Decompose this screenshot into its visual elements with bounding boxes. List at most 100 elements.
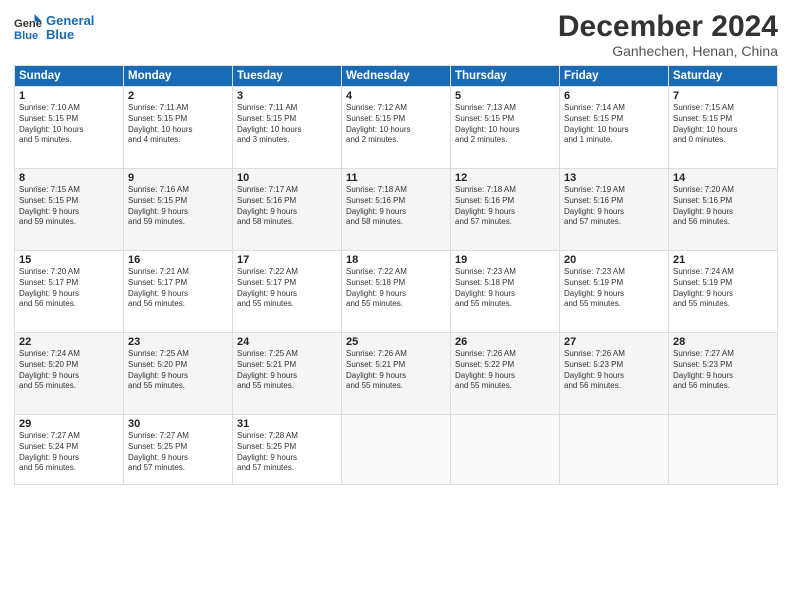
table-row: 3Sunrise: 7:11 AM Sunset: 5:15 PM Daylig… [233,87,342,169]
day-info: Sunrise: 7:24 AM Sunset: 5:20 PM Dayligh… [19,349,119,392]
day-info: Sunrise: 7:20 AM Sunset: 5:17 PM Dayligh… [19,267,119,310]
table-row: 28Sunrise: 7:27 AM Sunset: 5:23 PM Dayli… [669,333,778,415]
table-row: 7Sunrise: 7:15 AM Sunset: 5:15 PM Daylig… [669,87,778,169]
day-number: 29 [19,418,119,430]
day-info: Sunrise: 7:20 AM Sunset: 5:16 PM Dayligh… [673,185,773,228]
table-row: 16Sunrise: 7:21 AM Sunset: 5:17 PM Dayli… [124,251,233,333]
table-row: 20Sunrise: 7:23 AM Sunset: 5:19 PM Dayli… [560,251,669,333]
col-friday: Friday [560,66,669,87]
day-info: Sunrise: 7:26 AM Sunset: 5:23 PM Dayligh… [564,349,664,392]
location-title: Ganhechen, Henan, China [558,43,778,59]
logo-text: GeneralBlue [46,14,94,43]
table-row: 2Sunrise: 7:11 AM Sunset: 5:15 PM Daylig… [124,87,233,169]
day-info: Sunrise: 7:14 AM Sunset: 5:15 PM Dayligh… [564,103,664,146]
day-number: 28 [673,336,773,348]
day-info: Sunrise: 7:21 AM Sunset: 5:17 PM Dayligh… [128,267,228,310]
day-info: Sunrise: 7:22 AM Sunset: 5:17 PM Dayligh… [237,267,337,310]
table-row: 11Sunrise: 7:18 AM Sunset: 5:16 PM Dayli… [342,169,451,251]
day-number: 10 [237,172,337,184]
table-row: 5Sunrise: 7:13 AM Sunset: 5:15 PM Daylig… [451,87,560,169]
table-row: 8Sunrise: 7:15 AM Sunset: 5:15 PM Daylig… [15,169,124,251]
day-info: Sunrise: 7:11 AM Sunset: 5:15 PM Dayligh… [128,103,228,146]
table-row: 19Sunrise: 7:23 AM Sunset: 5:18 PM Dayli… [451,251,560,333]
day-info: Sunrise: 7:11 AM Sunset: 5:15 PM Dayligh… [237,103,337,146]
col-monday: Monday [124,66,233,87]
day-number: 3 [237,90,337,102]
table-row [669,415,778,485]
col-thursday: Thursday [451,66,560,87]
day-info: Sunrise: 7:28 AM Sunset: 5:25 PM Dayligh… [237,431,337,474]
day-number: 31 [237,418,337,430]
day-info: Sunrise: 7:23 AM Sunset: 5:19 PM Dayligh… [564,267,664,310]
day-number: 30 [128,418,228,430]
table-row: 10Sunrise: 7:17 AM Sunset: 5:16 PM Dayli… [233,169,342,251]
day-number: 4 [346,90,446,102]
table-row: 18Sunrise: 7:22 AM Sunset: 5:18 PM Dayli… [342,251,451,333]
table-row: 23Sunrise: 7:25 AM Sunset: 5:20 PM Dayli… [124,333,233,415]
table-row: 12Sunrise: 7:18 AM Sunset: 5:16 PM Dayli… [451,169,560,251]
day-number: 15 [19,254,119,266]
day-info: Sunrise: 7:24 AM Sunset: 5:19 PM Dayligh… [673,267,773,310]
day-number: 24 [237,336,337,348]
day-info: Sunrise: 7:18 AM Sunset: 5:16 PM Dayligh… [455,185,555,228]
table-row: 25Sunrise: 7:26 AM Sunset: 5:21 PM Dayli… [342,333,451,415]
logo-icon: General Blue [14,14,42,42]
table-row [342,415,451,485]
day-number: 1 [19,90,119,102]
col-wednesday: Wednesday [342,66,451,87]
table-row: 14Sunrise: 7:20 AM Sunset: 5:16 PM Dayli… [669,169,778,251]
day-info: Sunrise: 7:26 AM Sunset: 5:21 PM Dayligh… [346,349,446,392]
day-number: 16 [128,254,228,266]
day-number: 12 [455,172,555,184]
table-row: 31Sunrise: 7:28 AM Sunset: 5:25 PM Dayli… [233,415,342,485]
calendar: Sunday Monday Tuesday Wednesday Thursday… [14,65,778,485]
logo: General Blue GeneralBlue [14,14,94,43]
table-row: 21Sunrise: 7:24 AM Sunset: 5:19 PM Dayli… [669,251,778,333]
day-number: 19 [455,254,555,266]
table-row: 26Sunrise: 7:26 AM Sunset: 5:22 PM Dayli… [451,333,560,415]
day-info: Sunrise: 7:10 AM Sunset: 5:15 PM Dayligh… [19,103,119,146]
day-number: 27 [564,336,664,348]
day-info: Sunrise: 7:27 AM Sunset: 5:23 PM Dayligh… [673,349,773,392]
day-info: Sunrise: 7:25 AM Sunset: 5:20 PM Dayligh… [128,349,228,392]
month-title: December 2024 [558,10,778,43]
day-number: 17 [237,254,337,266]
day-number: 25 [346,336,446,348]
day-number: 5 [455,90,555,102]
day-info: Sunrise: 7:27 AM Sunset: 5:24 PM Dayligh… [19,431,119,474]
day-info: Sunrise: 7:19 AM Sunset: 5:16 PM Dayligh… [564,185,664,228]
day-number: 8 [19,172,119,184]
table-row: 1Sunrise: 7:10 AM Sunset: 5:15 PM Daylig… [15,87,124,169]
day-info: Sunrise: 7:18 AM Sunset: 5:16 PM Dayligh… [346,185,446,228]
day-info: Sunrise: 7:22 AM Sunset: 5:18 PM Dayligh… [346,267,446,310]
header-row: Sunday Monday Tuesday Wednesday Thursday… [15,66,778,87]
col-sunday: Sunday [15,66,124,87]
table-row: 22Sunrise: 7:24 AM Sunset: 5:20 PM Dayli… [15,333,124,415]
day-number: 14 [673,172,773,184]
day-number: 20 [564,254,664,266]
day-info: Sunrise: 7:17 AM Sunset: 5:16 PM Dayligh… [237,185,337,228]
table-row: 9Sunrise: 7:16 AM Sunset: 5:15 PM Daylig… [124,169,233,251]
col-tuesday: Tuesday [233,66,342,87]
svg-text:Blue: Blue [14,30,38,42]
table-row: 27Sunrise: 7:26 AM Sunset: 5:23 PM Dayli… [560,333,669,415]
table-row: 30Sunrise: 7:27 AM Sunset: 5:25 PM Dayli… [124,415,233,485]
table-row [560,415,669,485]
day-info: Sunrise: 7:25 AM Sunset: 5:21 PM Dayligh… [237,349,337,392]
day-number: 2 [128,90,228,102]
day-info: Sunrise: 7:27 AM Sunset: 5:25 PM Dayligh… [128,431,228,474]
day-info: Sunrise: 7:15 AM Sunset: 5:15 PM Dayligh… [673,103,773,146]
day-number: 11 [346,172,446,184]
day-info: Sunrise: 7:12 AM Sunset: 5:15 PM Dayligh… [346,103,446,146]
table-row: 4Sunrise: 7:12 AM Sunset: 5:15 PM Daylig… [342,87,451,169]
day-info: Sunrise: 7:13 AM Sunset: 5:15 PM Dayligh… [455,103,555,146]
day-info: Sunrise: 7:15 AM Sunset: 5:15 PM Dayligh… [19,185,119,228]
day-info: Sunrise: 7:23 AM Sunset: 5:18 PM Dayligh… [455,267,555,310]
table-row: 17Sunrise: 7:22 AM Sunset: 5:17 PM Dayli… [233,251,342,333]
day-number: 13 [564,172,664,184]
table-row [451,415,560,485]
day-number: 23 [128,336,228,348]
day-number: 18 [346,254,446,266]
table-row: 24Sunrise: 7:25 AM Sunset: 5:21 PM Dayli… [233,333,342,415]
day-number: 21 [673,254,773,266]
